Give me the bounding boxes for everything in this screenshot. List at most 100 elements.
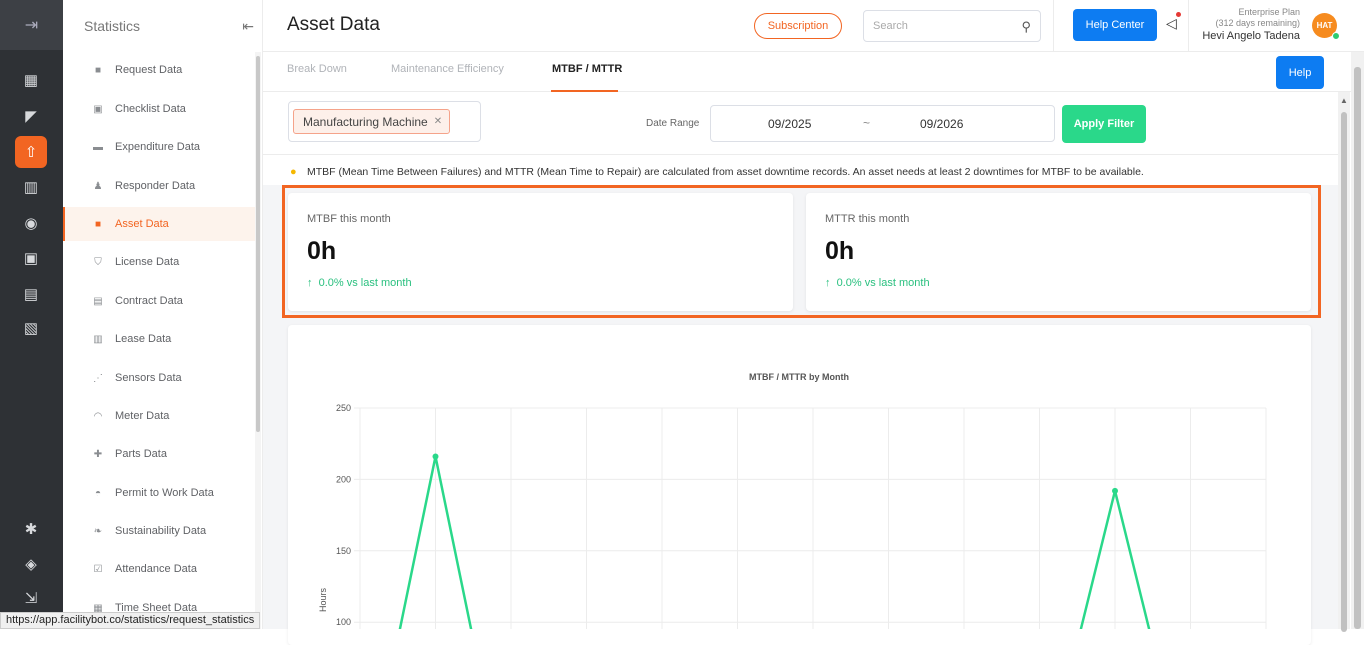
asset-tag: Manufacturing Machine ✕	[293, 109, 451, 134]
sidebar-item-permit-to-work-data[interactable]: ◓ Permit to Work Data	[63, 476, 255, 510]
sidebar-item-meter-data[interactable]: ◠ Meter Data	[63, 399, 255, 433]
announcement-icon[interactable]: ◁	[1166, 12, 1181, 32]
gallery-icon[interactable]: ▤	[15, 278, 47, 310]
question-icon: ■	[94, 64, 102, 76]
sidebar-item-request-data[interactable]: ■ Request Data	[63, 53, 255, 87]
close-icon[interactable]: ✕	[434, 116, 442, 127]
date-separator: ~	[863, 116, 871, 130]
person-icon: ♟	[93, 180, 103, 192]
tab-mtbf-mttr[interactable]: MTBF / MTTR	[552, 63, 622, 75]
helmet-icon: ◓	[94, 487, 102, 499]
asset-select[interactable]: Manufacturing Machine ✕	[288, 101, 481, 142]
settings-icon[interactable]: ✱	[15, 513, 47, 545]
cube-icon[interactable]: ◈	[15, 548, 47, 580]
divider	[263, 154, 1338, 155]
sidebar-item-asset-data[interactable]: ■ Asset Data	[63, 207, 255, 241]
plan-info: Enterprise Plan (312 days remaining) Hev…	[1198, 7, 1300, 42]
help-button[interactable]: Help	[1276, 56, 1324, 89]
gauge-icon: ◠	[93, 410, 103, 422]
sidebar-item-attendance-data[interactable]: ☑ Attendance Data	[63, 552, 255, 586]
plan-remaining: (312 days remaining)	[1215, 18, 1300, 28]
document-icon: ▥	[93, 333, 103, 345]
megaphone-icon[interactable]: ◤	[15, 100, 47, 132]
search-input[interactable]: Search ⚲	[863, 10, 1041, 42]
y-tick-label: 200	[336, 474, 351, 484]
data-point	[1112, 487, 1118, 494]
y-tick-label: 150	[336, 546, 351, 556]
bot-icon[interactable]: ▣	[15, 242, 47, 274]
clipboard-icon[interactable]: ▧	[15, 312, 47, 344]
sidebar-scrollbar[interactable]	[255, 52, 261, 629]
sidebar-item-checklist-data[interactable]: ▣ Checklist Data	[63, 92, 255, 126]
search-placeholder: Search	[873, 20, 908, 32]
sidebar-item-label: Contract Data	[115, 295, 183, 307]
puzzle-icon: ✚	[93, 448, 103, 460]
sidebar-item-label: Permit to Work Data	[115, 487, 214, 499]
expand-icon[interactable]: ⇥	[0, 0, 63, 50]
sidebar-item-sustainability-data[interactable]: ❧ Sustainability Data	[63, 514, 255, 548]
avatar[interactable]: HAT	[1312, 13, 1340, 40]
sidebar-item-label: Responder Data	[115, 180, 196, 192]
shield-icon: ⛉	[94, 256, 102, 268]
icon-rail: ⇥ ▦ ◤ ⇧ ▥ ◉ ▣ ▤ ▧ ✱ ◈ ⇲	[0, 0, 63, 629]
sidebar-item-label: Asset Data	[115, 218, 169, 230]
asset-tag-label: Manufacturing Machine	[303, 114, 428, 129]
sidebar-item-responder-data[interactable]: ♟ Responder Data	[63, 169, 255, 203]
sidebar-item-label: Parts Data	[115, 448, 167, 460]
sidebar-item-label: Sustainability Data	[115, 525, 207, 537]
divider	[1053, 0, 1054, 52]
sidebar-item-expenditure-data[interactable]: ▬ Expenditure Data	[63, 130, 255, 164]
statistics-icon[interactable]: ⇧	[15, 136, 47, 168]
folder-icon: ▬	[93, 141, 103, 153]
sidebar-item-lease-data[interactable]: ▥ Lease Data	[63, 322, 255, 356]
lightbulb-icon: ●	[290, 166, 297, 178]
plan-name: Enterprise Plan	[1238, 7, 1300, 17]
avatar-initials: HAT	[1316, 21, 1333, 30]
help-center-button[interactable]: Help Center	[1073, 9, 1157, 41]
online-status-dot	[1332, 32, 1340, 40]
date-from[interactable]: 09/2025	[768, 117, 811, 131]
date-to[interactable]: 09/2026	[920, 117, 963, 131]
chart-card: MTBF / MTTR by Month 250 200 150 100 Hours	[288, 325, 1311, 645]
search-icon[interactable]: ⚲	[1021, 19, 1031, 35]
ai-icon[interactable]: ◉	[15, 207, 47, 239]
page-scrollbar[interactable]	[1351, 52, 1364, 629]
content-scrollbar[interactable]: ▲	[1338, 92, 1350, 632]
date-range-picker[interactable]: 09/2025 ~ 09/2026	[710, 105, 1055, 142]
top-header: Asset Data Subscription Search ⚲ Help Ce…	[263, 0, 1364, 52]
y-tick-label: 250	[336, 403, 351, 413]
status-bar-url: https://app.facilitybot.co/statistics/re…	[0, 612, 261, 629]
bar-chart-icon[interactable]: ▥	[15, 171, 47, 203]
sidebar-item-contract-data[interactable]: ▤ Contract Data	[63, 284, 255, 318]
divider	[1188, 0, 1189, 52]
apply-filter-button[interactable]: Apply Filter	[1062, 105, 1146, 143]
sidebar-item-label: Attendance Data	[115, 563, 197, 575]
chart-title: MTBF / MTTR by Month	[749, 372, 849, 382]
tab-maintenance-efficiency[interactable]: Maintenance Efficiency	[391, 63, 504, 75]
subscription-button[interactable]: Subscription	[754, 13, 842, 39]
sidebar-item-license-data[interactable]: ⛉ License Data	[63, 245, 255, 279]
notification-dot	[1175, 12, 1181, 17]
sidebar-item-label: Request Data	[115, 64, 183, 76]
logout-icon[interactable]: ⇲	[15, 582, 47, 614]
dashboard-icon[interactable]: ▦	[15, 64, 47, 96]
sidebar-item-label: Expenditure Data	[115, 141, 200, 153]
tab-break-down[interactable]: Break Down	[287, 63, 347, 75]
contract-icon: ▤	[93, 295, 103, 307]
y-axis-label: Hours	[318, 588, 328, 613]
user-name: Hevi Angelo Tadena	[1202, 30, 1300, 42]
sidebar-item-label: Sensors Data	[115, 372, 182, 384]
active-tab-indicator	[551, 90, 618, 92]
data-point	[432, 453, 439, 460]
sidebar-item-label: Lease Data	[115, 333, 172, 345]
info-note: ● MTBF (Mean Time Between Failures) and …	[290, 166, 1144, 178]
highlight-box	[282, 185, 1321, 318]
mtbf-mttr-chart: MTBF / MTTR by Month 250 200 150 100 Hours	[318, 372, 1267, 645]
checklist-icon: ▣	[93, 103, 103, 115]
date-range-label: Date Range	[646, 118, 700, 129]
scroll-up-icon[interactable]: ▲	[1340, 96, 1348, 105]
tab-bar: Break Down Maintenance Efficiency MTBF /…	[263, 52, 1351, 92]
collapse-icon[interactable]: ⇤	[242, 18, 254, 35]
sidebar-item-parts-data[interactable]: ✚ Parts Data	[63, 437, 255, 471]
sidebar-item-sensors-data[interactable]: ⋰ Sensors Data	[63, 361, 255, 395]
